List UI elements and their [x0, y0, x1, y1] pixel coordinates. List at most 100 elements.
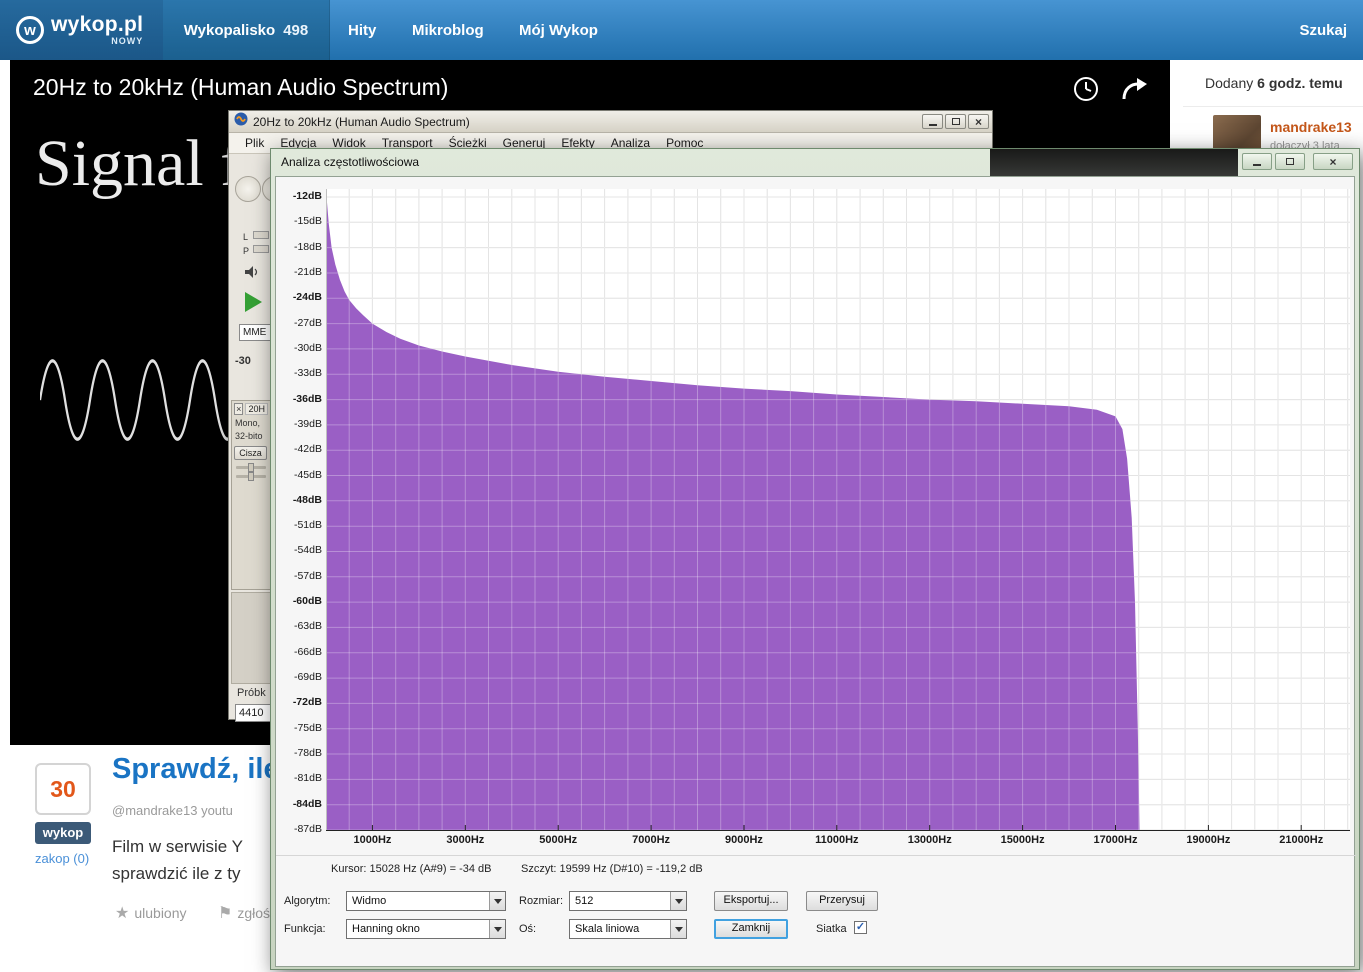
size-select[interactable]: 512	[569, 891, 687, 911]
nav-tab-label: Wykopalisko	[183, 21, 276, 39]
search-link[interactable]: Szukaj	[1299, 0, 1347, 60]
y-tick-label: -57dB	[293, 569, 322, 582]
y-tick-label: -33dB	[293, 367, 322, 380]
wykop-logo[interactable]: w wykop.pl NOWY	[0, 0, 163, 60]
export-button[interactable]: Eksportuj...	[714, 891, 788, 911]
meter-bar	[253, 245, 269, 253]
spectrum-plot[interactable]	[326, 189, 1350, 831]
axis-select[interactable]: Skala liniowa	[569, 919, 687, 939]
bury-link[interactable]: zakop (0)	[35, 851, 105, 866]
audacity-window-title: 20Hz to 20kHz (Human Audio Spectrum)	[253, 114, 470, 129]
y-tick-label: -12dB	[292, 190, 322, 202]
vote-score: 30	[35, 763, 91, 815]
close-icon[interactable]: ×	[1313, 153, 1353, 170]
article-body-line: sprawdzić ile z ty	[112, 864, 241, 883]
y-tick-label: -54dB	[293, 544, 322, 557]
user-name[interactable]: mandrake13	[1270, 119, 1352, 135]
video-title: 20Hz to 20kHz (Human Audio Spectrum)	[33, 74, 449, 100]
article-title[interactable]: Sprawdź, ile	[112, 753, 280, 786]
maximize-icon[interactable]	[945, 114, 966, 129]
pan-slider[interactable]	[236, 472, 266, 481]
brand-sub-text: NOWY	[111, 36, 144, 46]
minimize-icon[interactable]	[1242, 153, 1272, 170]
cursor-readout: Kursor: 15028 Hz (A#9) = -34 dB	[331, 863, 492, 875]
article-meta: @mandrake13 youtu	[112, 803, 233, 818]
track-panel: × 20H Mono, 32-bito Cisza	[231, 400, 271, 590]
algorithm-select[interactable]: Widmo	[346, 891, 506, 911]
play-icon[interactable]	[245, 292, 262, 312]
y-tick-label: -39dB	[293, 417, 322, 430]
y-tick-label: -87dB	[293, 823, 322, 835]
frequency-analysis-window: Analiza częstotliwościowa × -12dB -15dB -1…	[270, 148, 1360, 970]
function-select[interactable]: Hanning okno	[346, 919, 506, 939]
y-tick-label: -78dB	[293, 747, 322, 760]
nav-item-mikroblog[interactable]: Mikroblog	[412, 0, 484, 60]
y-tick-label: -27dB	[293, 316, 322, 329]
y-tick-label: -60dB	[292, 595, 322, 608]
x-tick-label: 7000Hz	[632, 834, 671, 846]
report-label: zgłoś	[237, 905, 271, 921]
nav-item-moj-wykop[interactable]: Mój Wykop	[519, 0, 598, 60]
favorite-button[interactable]: ★ ulubiony	[115, 903, 187, 923]
y-tick-label: -69dB	[293, 671, 322, 684]
maximize-icon[interactable]	[1275, 153, 1305, 170]
nav-item-hity[interactable]: Hity	[348, 0, 376, 60]
replot-button[interactable]: Przerysuj	[806, 891, 878, 911]
y-tick-label: -72dB	[292, 696, 322, 709]
fa-status-bar: Kursor: 15028 Hz (A#9) = -34 dB Szczyt: …	[276, 855, 1356, 879]
close-icon[interactable]: ×	[968, 114, 989, 129]
track-info: 32-bito	[235, 431, 263, 441]
algorithm-value: Widmo	[352, 895, 387, 907]
meter-bar	[253, 231, 269, 239]
article-body-line: Film w serwisie Y	[112, 837, 243, 856]
waveform-graphic	[38, 345, 242, 460]
y-tick-label: -36dB	[292, 392, 322, 405]
nav-tab-wykopalisko[interactable]: Wykopalisko 498	[163, 0, 330, 60]
function-label: Funkcja:	[284, 923, 326, 935]
gain-slider[interactable]	[236, 463, 266, 472]
samplerate-select[interactable]: 4410	[235, 704, 271, 722]
x-tick-label: 15000Hz	[1000, 834, 1045, 846]
report-button[interactable]: ⚑ zgłoś	[218, 903, 270, 923]
fa-titlebar[interactable]: Analiza częstotliwościowa ×	[271, 149, 1359, 176]
menu-item-plik[interactable]: Plik	[237, 134, 272, 152]
close-dialog-button[interactable]: Zamknij	[714, 919, 788, 939]
clock-icon[interactable]	[1073, 76, 1099, 107]
spectrum-plot-area: -12dB -15dB -18dB -21dB -24dB -27dB -30dB -33dB…	[276, 177, 1356, 853]
mute-button[interactable]: Cisza	[234, 446, 267, 460]
wykop-logo-icon: w	[16, 16, 44, 44]
meter-ruler-value: -30	[235, 355, 251, 367]
y-tick-label: -24dB	[292, 291, 322, 304]
flag-icon: ⚑	[218, 905, 233, 922]
size-value: 512	[575, 895, 594, 907]
audacity-titlebar[interactable]: 20Hz to 20kHz (Human Audio Spectrum) ×	[229, 111, 992, 133]
y-tick-label: -81dB	[293, 772, 322, 785]
y-tick-label: -63dB	[293, 620, 322, 633]
track-ruler-area	[231, 592, 271, 684]
grid-checkbox[interactable]: ✓	[854, 921, 867, 934]
x-tick-label: 1000Hz	[353, 834, 392, 846]
x-tick-label: 5000Hz	[539, 834, 578, 846]
y-tick-label: -15dB	[293, 215, 322, 228]
track-info: Mono,	[235, 418, 261, 428]
added-time-value: 6 godz. temu	[1257, 75, 1343, 91]
track-close-icon[interactable]: ×	[234, 403, 244, 415]
axis-value: Skala liniowa	[575, 923, 640, 935]
site-header: w wykop.pl NOWY Wykopalisko 498 Hity Mik…	[0, 0, 1363, 60]
x-tick-label: 17000Hz	[1093, 834, 1138, 846]
y-tick-label: -84dB	[292, 797, 322, 810]
dig-button[interactable]: wykop	[35, 822, 91, 844]
y-tick-label: -48dB	[292, 493, 322, 506]
share-icon[interactable]	[1120, 76, 1148, 107]
meter-left-label: L	[243, 232, 249, 242]
speaker-icon	[245, 266, 259, 284]
x-tick-label: 11000Hz	[815, 834, 859, 846]
algorithm-label: Algorytm:	[284, 895, 331, 907]
fa-content: -12dB -15dB -18dB -21dB -24dB -27dB -30dB -33dB…	[275, 176, 1356, 967]
y-tick-label: -66dB	[293, 645, 322, 658]
y-tick-label: -45dB	[293, 468, 322, 481]
device-value: MME	[243, 327, 267, 338]
minimize-icon[interactable]	[922, 114, 943, 129]
transport-button[interactable]	[235, 176, 261, 202]
samplerate-value: 4410	[239, 707, 264, 719]
